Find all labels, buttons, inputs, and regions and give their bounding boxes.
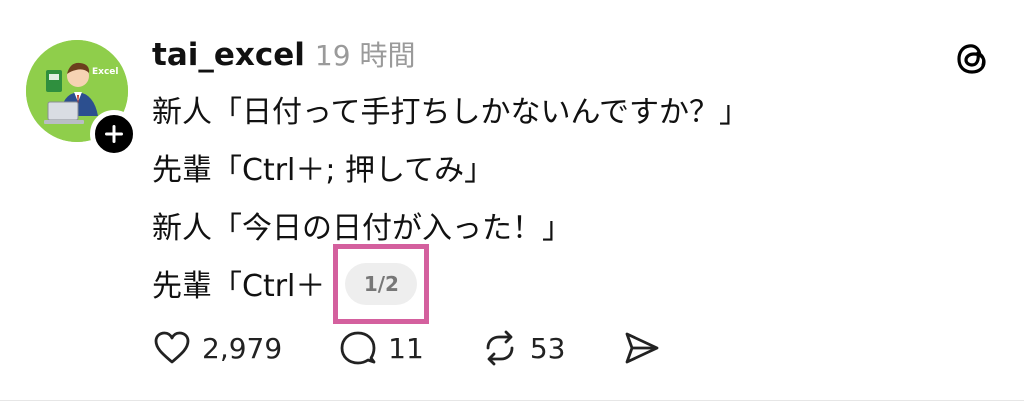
post-header: tai_excel 19 時間	[152, 34, 415, 76]
like-button[interactable]: 2,979	[152, 328, 282, 368]
heart-icon	[152, 328, 192, 368]
post-line-4: 先輩「Ctrl＋	[152, 269, 326, 304]
reply-button[interactable]: 11	[338, 328, 424, 368]
follow-button[interactable]	[90, 110, 138, 158]
timestamp: 19 時間	[314, 39, 416, 72]
post-body: 新人「日付って手打ちしかないんですか？」 先輩「Ctrl＋; 押してみ」 新人「…	[152, 84, 952, 324]
highlight-box: 1/2	[333, 244, 430, 324]
avatar-container[interactable]: Excel	[26, 40, 138, 158]
divider	[0, 400, 1024, 401]
username[interactable]: tai_excel	[152, 37, 305, 73]
post-line-4-row: 先輩「Ctrl＋ 1/2	[152, 244, 952, 324]
post-line-3: 新人「今日の日付が入った！」	[152, 211, 572, 246]
repost-icon	[480, 328, 520, 368]
like-count: 2,979	[202, 331, 283, 365]
comment-bubble-icon	[338, 328, 378, 368]
repost-count: 53	[529, 331, 566, 365]
threads-logo-icon[interactable]	[952, 38, 992, 78]
plus-icon	[103, 123, 125, 145]
share-button[interactable]	[621, 328, 661, 368]
send-icon	[621, 328, 661, 368]
repost-button[interactable]: 53	[480, 328, 566, 368]
post-line-1: 新人「日付って手打ちしかないんですか？」	[152, 95, 749, 130]
page-indicator[interactable]: 1/2	[345, 263, 418, 305]
action-bar: 2,979 11 53	[152, 322, 717, 374]
post-line-2: 先輩「Ctrl＋; 押してみ」	[152, 153, 495, 188]
reply-count: 11	[388, 331, 424, 365]
avatar-excel-text: Excel	[92, 67, 118, 77]
thread-post: Excel tai_excel 19 時間 新人「日付って手打ちしかないんですか…	[0, 0, 1024, 405]
